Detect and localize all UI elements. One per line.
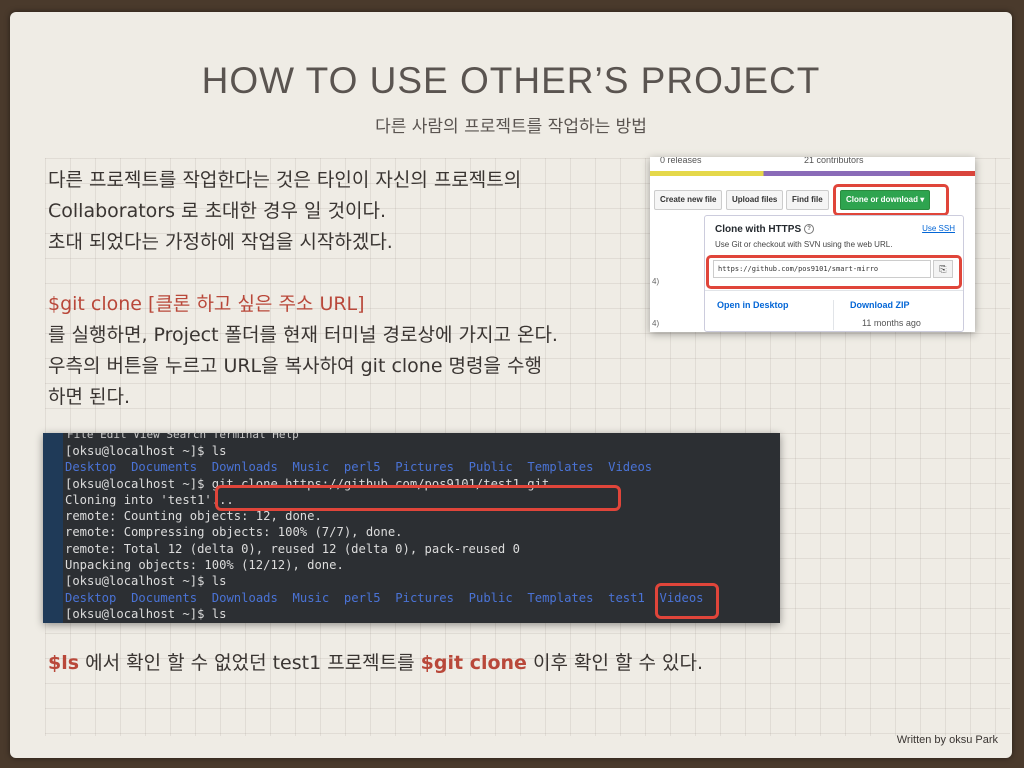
side-label: 4) bbox=[652, 277, 660, 286]
releases-count: 0 releases bbox=[660, 157, 702, 165]
terminal-line: remote: Total 12 (delta 0), reused 12 (d… bbox=[65, 541, 520, 556]
download-zip-button[interactable]: Download ZIP bbox=[850, 300, 910, 310]
dir-listing: Desktop Documents Downloads Music perl5 … bbox=[65, 460, 653, 475]
dir-listing: Desktop Documents Downloads Music perl5 … bbox=[65, 590, 704, 605]
language-bar bbox=[650, 171, 975, 176]
terminal-line: remote: Compressing objects: 100% (7/7),… bbox=[65, 525, 403, 540]
highlight-test1 bbox=[655, 583, 719, 619]
terminal-output: [oksu@localhost ~]$ ls Desktop Documents… bbox=[65, 443, 704, 622]
prompt: [oksu@localhost ~]$ bbox=[65, 606, 212, 621]
footer-text: $ls 에서 확인 할 수 없었던 test1 프로젝트를 $git clone… bbox=[48, 652, 704, 674]
clone-description: Use Git or checkout with SVN using the w… bbox=[715, 240, 893, 249]
prompt: [oksu@localhost ~]$ bbox=[65, 574, 212, 589]
body-line: 초대 되었다는 가정하에 작업을 시작하겠다. bbox=[48, 231, 393, 253]
terminal-line: Unpacking objects: 100% (12/12), done. bbox=[65, 558, 344, 573]
body-line: Collaborators 로 초대한 경우 일 것이다. bbox=[48, 200, 387, 222]
help-icon[interactable]: ? bbox=[804, 224, 815, 235]
git-clone-label: $git clone bbox=[420, 652, 527, 674]
create-new-file-button[interactable]: Create new file bbox=[654, 190, 723, 210]
command: ls bbox=[211, 606, 227, 621]
upload-files-button[interactable]: Upload files bbox=[726, 190, 784, 210]
highlight-clone-button bbox=[833, 184, 949, 216]
terminal-window: File Edit View Search Terminal Help [oks… bbox=[43, 433, 780, 623]
highlight-clone-command bbox=[215, 485, 621, 511]
github-clone-panel: 0 releases 21 contributors Create new fi… bbox=[650, 157, 975, 332]
clone-actions: Open in Desktop Download ZIP bbox=[705, 290, 963, 330]
body-line: 하면 된다. bbox=[48, 386, 130, 408]
command: ls bbox=[211, 444, 227, 458]
author-credit: Written by oksu Park bbox=[896, 734, 998, 746]
new-dir-test1: test1 bbox=[608, 590, 645, 605]
use-ssh-link[interactable]: Use SSH bbox=[922, 224, 955, 233]
slide-subtitle: 다른 사람의 프로젝트를 작업하는 방법 bbox=[375, 117, 647, 137]
terminal-menu: File Edit View Search Terminal Help bbox=[67, 433, 299, 441]
updated-time: 11 months ago bbox=[862, 318, 921, 328]
contributors-count: 21 contributors bbox=[804, 157, 864, 165]
command: ls bbox=[211, 574, 227, 589]
slide: HOW TO USE OTHER’S PROJECT 다른 사람의 프로젝트를 … bbox=[10, 12, 1012, 758]
ls-command: $ls bbox=[48, 652, 80, 674]
prompt: [oksu@localhost ~]$ bbox=[65, 476, 212, 491]
open-in-desktop-button[interactable]: Open in Desktop bbox=[717, 300, 789, 310]
slide-title: HOW TO USE OTHER’S PROJECT bbox=[201, 60, 821, 101]
body-line: 우측의 버튼을 누르고 URL을 복사하여 git clone 명령을 수행 bbox=[48, 355, 543, 377]
body-line: 를 실행하면, Project 폴더를 현재 터미널 경로상에 가지고 온다. bbox=[48, 324, 558, 346]
find-file-button[interactable]: Find file bbox=[786, 190, 829, 210]
clone-https-title: Clone with HTTPS? bbox=[715, 224, 815, 235]
repo-stats: 0 releases 21 contributors bbox=[654, 157, 974, 167]
body-line: 다른 프로젝트를 작업한다는 것은 타인이 자신의 프로젝트의 bbox=[48, 169, 522, 191]
terminal-gutter bbox=[43, 433, 63, 623]
highlight-url-field bbox=[706, 255, 962, 289]
side-label: 4) bbox=[652, 319, 660, 328]
git-clone-command: $git clone [클론 하고 싶은 주소 URL] bbox=[48, 293, 365, 315]
prompt: [oksu@localhost ~]$ bbox=[65, 444, 212, 458]
body-text: 다른 프로젝트를 작업한다는 것은 타인이 자신의 프로젝트의 Collabor… bbox=[48, 165, 658, 413]
